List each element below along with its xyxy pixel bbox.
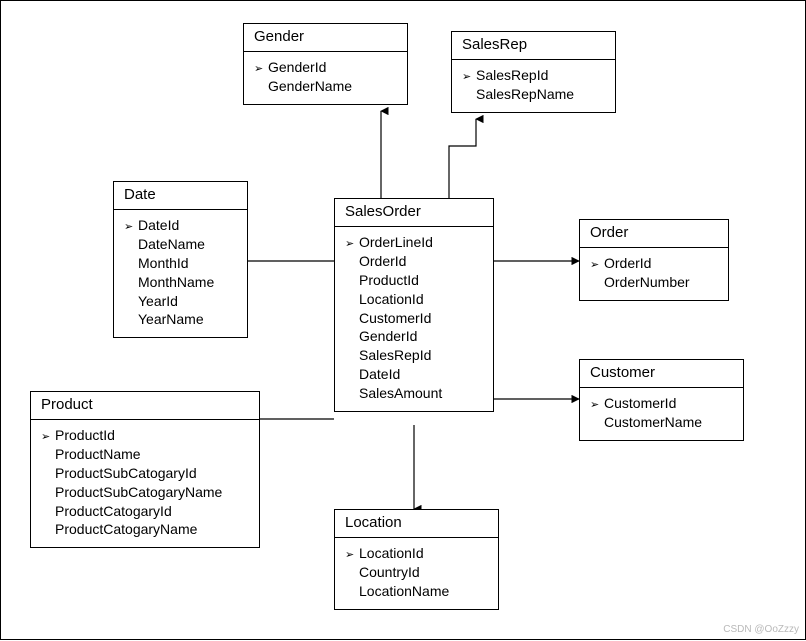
attribute-row: OrderId — [345, 252, 483, 271]
entity-body: ➢OrderLineIdOrderIdProductIdLocationIdCu… — [335, 227, 493, 411]
attribute-row: CustomerId — [345, 309, 483, 328]
attribute-row: SalesRepId — [345, 346, 483, 365]
entity-title: Order — [580, 220, 728, 248]
attribute-label: ProductName — [55, 445, 141, 464]
entity-title: Customer — [580, 360, 743, 388]
attribute-label: ProductCatogaryId — [55, 502, 172, 521]
entity-product: Product ➢ProductIdProductNameProductSubC… — [30, 391, 260, 548]
key-marker-icon: ➢ — [345, 237, 359, 252]
watermark: CSDN @OoZzzy — [723, 624, 799, 635]
attribute-row: SalesAmount — [345, 384, 483, 403]
attribute-label: DateName — [138, 235, 205, 254]
attribute-label: CountryId — [359, 563, 420, 582]
attribute-label: SalesAmount — [359, 384, 442, 403]
attribute-row: ProductId — [345, 271, 483, 290]
attribute-row: OrderNumber — [590, 273, 718, 292]
entity-salesrep: SalesRep ➢SalesRepIdSalesRepName — [451, 31, 616, 113]
attribute-label: YearId — [138, 292, 178, 311]
attribute-label: SalesRepId — [359, 346, 431, 365]
attribute-label: SalesRepName — [476, 85, 574, 104]
attribute-row: SalesRepName — [462, 85, 605, 104]
attribute-row: ProductCatogaryId — [41, 502, 249, 521]
attribute-row: ➢OrderId — [590, 254, 718, 273]
attribute-row: MonthId — [124, 254, 237, 273]
attribute-row: YearName — [124, 310, 237, 329]
attribute-label: OrderLineId — [359, 233, 433, 252]
attribute-row: ➢SalesRepId — [462, 66, 605, 85]
diagram-canvas: Gender ➢GenderIdGenderName SalesRep ➢Sal… — [0, 0, 806, 640]
attribute-row: ➢ProductId — [41, 426, 249, 445]
entity-customer: Customer ➢CustomerIdCustomerName — [579, 359, 744, 441]
attribute-label: ProductSubCatogaryId — [55, 464, 197, 483]
entity-body: ➢ProductIdProductNameProductSubCatogaryI… — [31, 420, 259, 547]
attribute-row: CountryId — [345, 563, 488, 582]
attribute-label: LocationName — [359, 582, 449, 601]
attribute-row: MonthName — [124, 273, 237, 292]
attribute-label: CustomerId — [604, 394, 676, 413]
attribute-label: CustomerId — [359, 309, 431, 328]
entity-title: Product — [31, 392, 259, 420]
entity-body: ➢GenderIdGenderName — [244, 52, 407, 104]
attribute-label: LocationId — [359, 290, 424, 309]
attribute-row: DateName — [124, 235, 237, 254]
attribute-label: DateId — [138, 216, 179, 235]
entity-location: Location ➢LocationIdCountryIdLocationNam… — [334, 509, 499, 610]
entity-title: SalesRep — [452, 32, 615, 60]
connector-salesorder-salesrep — [449, 119, 476, 198]
attribute-row: YearId — [124, 292, 237, 311]
entity-body: ➢LocationIdCountryIdLocationName — [335, 538, 498, 609]
entity-title: SalesOrder — [335, 199, 493, 227]
entity-date: Date ➢DateIdDateNameMonthIdMonthNameYear… — [113, 181, 248, 338]
entity-body: ➢DateIdDateNameMonthIdMonthNameYearIdYea… — [114, 210, 247, 337]
attribute-row: ➢OrderLineId — [345, 233, 483, 252]
key-marker-icon: ➢ — [345, 548, 359, 563]
attribute-label: GenderId — [268, 58, 326, 77]
attribute-row: ProductName — [41, 445, 249, 464]
attribute-label: YearName — [138, 310, 204, 329]
attribute-label: GenderId — [359, 327, 417, 346]
attribute-label: DateId — [359, 365, 400, 384]
attribute-label: MonthId — [138, 254, 189, 273]
key-marker-icon: ➢ — [462, 70, 476, 85]
attribute-label: ProductId — [55, 426, 115, 445]
key-marker-icon: ➢ — [254, 62, 268, 77]
entity-order: Order ➢OrderIdOrderNumber — [579, 219, 729, 301]
key-marker-icon: ➢ — [41, 430, 55, 445]
attribute-row: ➢DateId — [124, 216, 237, 235]
entity-title: Date — [114, 182, 247, 210]
attribute-label: GenderName — [268, 77, 352, 96]
attribute-row: LocationId — [345, 290, 483, 309]
attribute-label: OrderId — [359, 252, 406, 271]
entity-title: Gender — [244, 24, 407, 52]
attribute-row: GenderId — [345, 327, 483, 346]
attribute-row: ➢GenderId — [254, 58, 397, 77]
entity-gender: Gender ➢GenderIdGenderName — [243, 23, 408, 105]
attribute-row: ProductCatogaryName — [41, 520, 249, 539]
key-marker-icon: ➢ — [590, 258, 604, 273]
attribute-label: OrderId — [604, 254, 651, 273]
attribute-label: CustomerName — [604, 413, 702, 432]
entity-body: ➢CustomerIdCustomerName — [580, 388, 743, 440]
attribute-row: ➢CustomerId — [590, 394, 733, 413]
entity-body: ➢OrderIdOrderNumber — [580, 248, 728, 300]
attribute-row: GenderName — [254, 77, 397, 96]
attribute-label: ProductSubCatogaryName — [55, 483, 222, 502]
entity-salesorder: SalesOrder ➢OrderLineIdOrderIdProductIdL… — [334, 198, 494, 412]
attribute-label: MonthName — [138, 273, 214, 292]
attribute-label: ProductId — [359, 271, 419, 290]
key-marker-icon: ➢ — [590, 398, 604, 413]
attribute-label: SalesRepId — [476, 66, 548, 85]
attribute-row: DateId — [345, 365, 483, 384]
attribute-row: ➢LocationId — [345, 544, 488, 563]
attribute-label: OrderNumber — [604, 273, 690, 292]
attribute-label: ProductCatogaryName — [55, 520, 197, 539]
attribute-row: CustomerName — [590, 413, 733, 432]
entity-body: ➢SalesRepIdSalesRepName — [452, 60, 615, 112]
attribute-row: LocationName — [345, 582, 488, 601]
entity-title: Location — [335, 510, 498, 538]
key-marker-icon: ➢ — [124, 220, 138, 235]
attribute-row: ProductSubCatogaryName — [41, 483, 249, 502]
attribute-label: LocationId — [359, 544, 424, 563]
attribute-row: ProductSubCatogaryId — [41, 464, 249, 483]
